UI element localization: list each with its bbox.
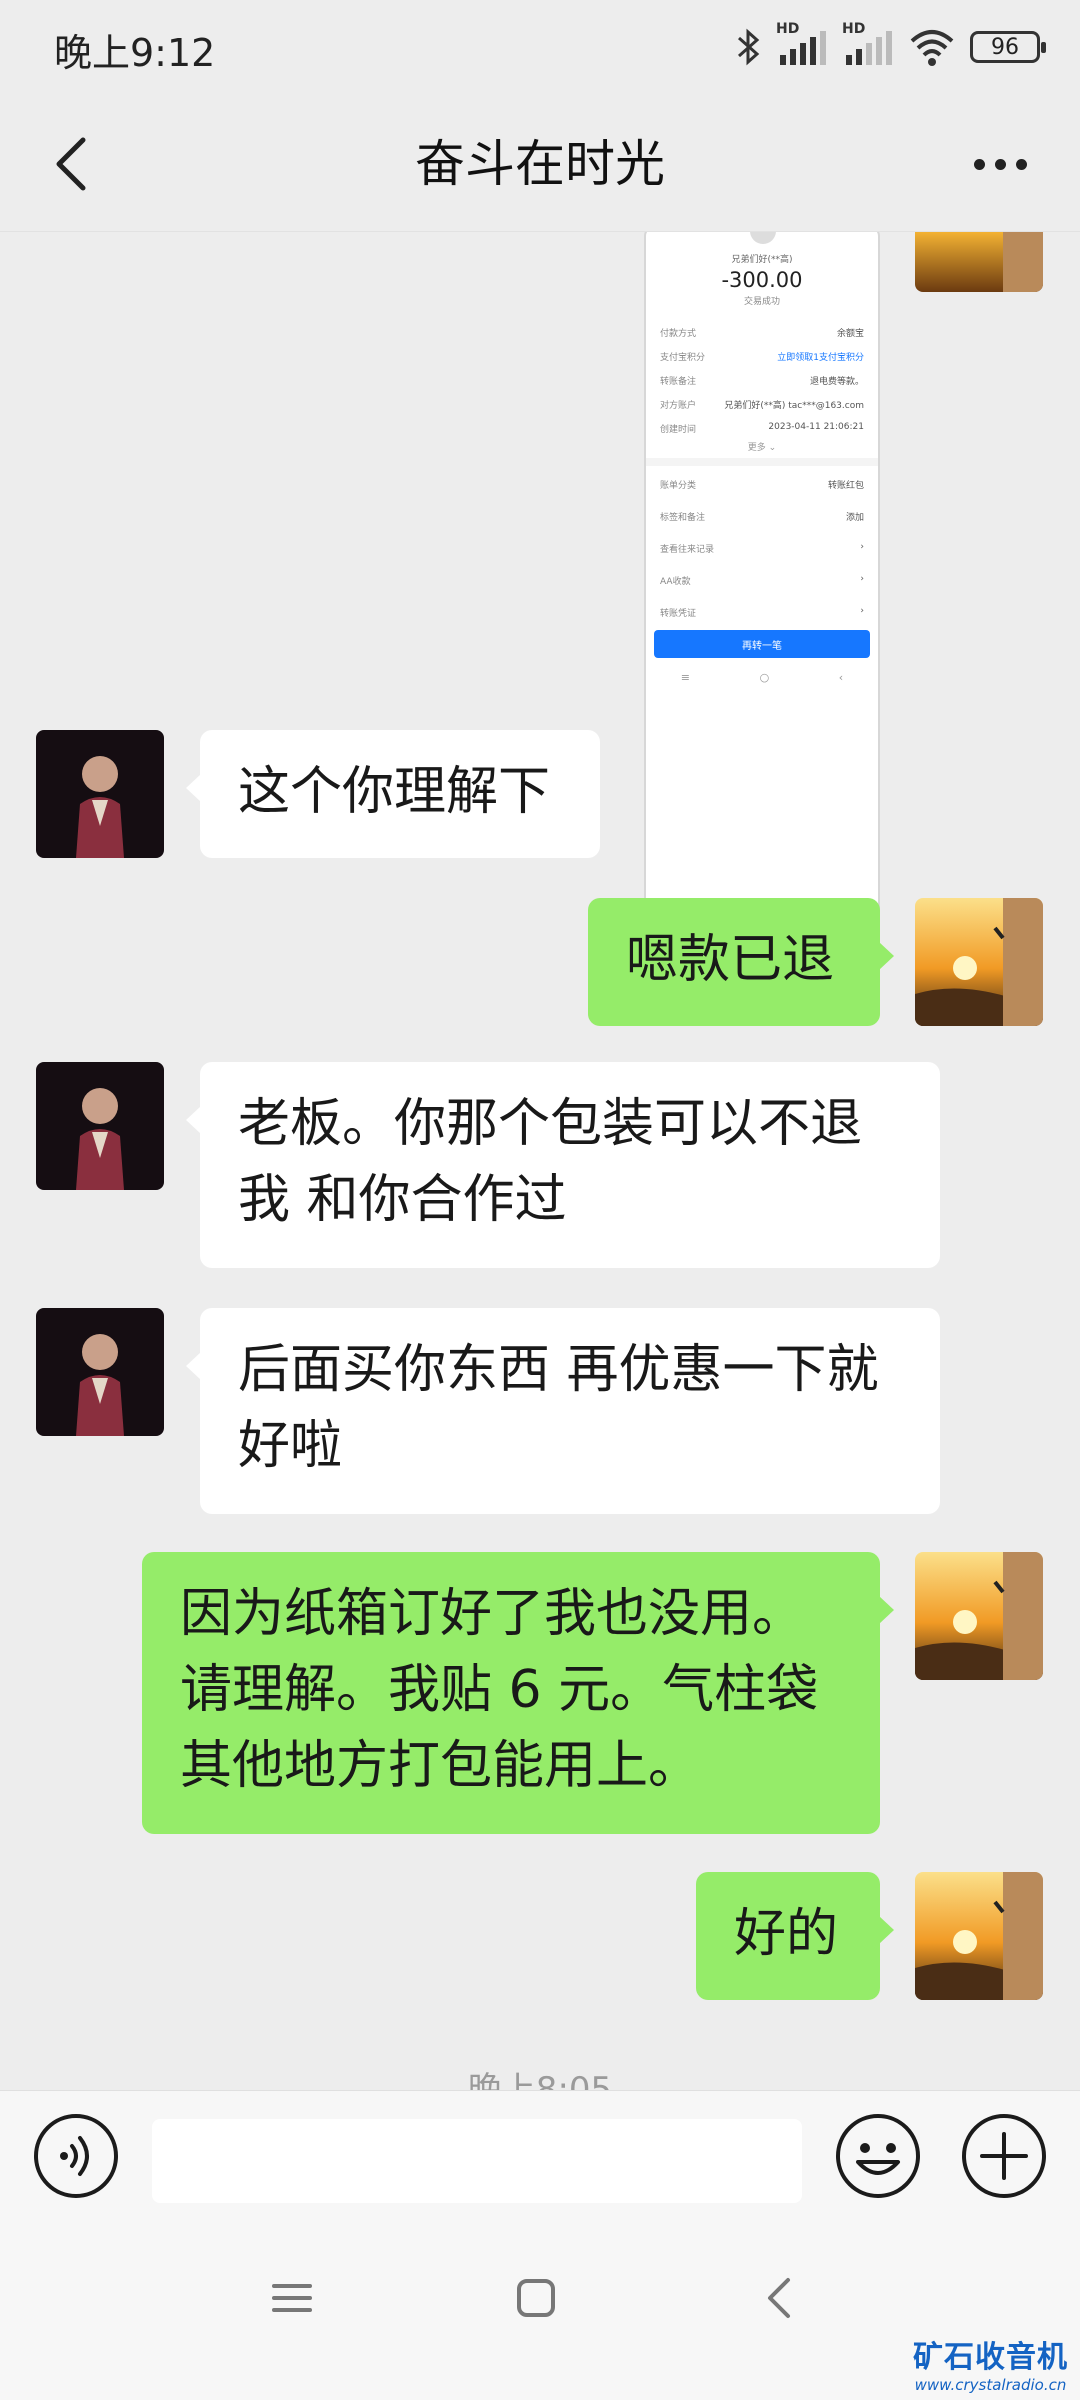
detail-row: 付款方式 余额宝 xyxy=(660,326,864,339)
message-bubble-received[interactable]: 这个你理解下 xyxy=(186,730,600,858)
payment-screenshot-image[interactable]: 兄弟们好(**高) -300.00 交易成功 付款方式 余额宝 支付宝积分 立即领取… xyxy=(644,232,880,924)
plus-icon xyxy=(962,2114,1046,2198)
menu-icon xyxy=(272,2284,312,2312)
watermark-url: www.crystalradio.cn xyxy=(914,2376,1067,2394)
battery-indicator: 96 xyxy=(970,31,1046,63)
detail-value: 2023-04-11 21:06:21 xyxy=(768,422,864,432)
screenshot-nav-bar: ≡ ○ ‹ xyxy=(646,666,878,688)
message-bubble-sent[interactable]: 因为纸箱订好了我也没用。请理解。我贴 6 元。气柱袋其他地方打包能用上。 xyxy=(142,1552,894,1834)
option-label: 标签和备注 xyxy=(660,513,706,523)
chat-title: 奋斗在时光 xyxy=(415,135,665,193)
more-dot-icon xyxy=(973,158,985,170)
back-button[interactable] xyxy=(36,126,106,202)
more-link: 更多 ⌄ xyxy=(747,443,777,453)
payment-status: 交易成功 xyxy=(743,297,780,307)
detail-row: 创建时间 2023-04-11 21:06:21 xyxy=(660,422,864,435)
emoji-button[interactable] xyxy=(834,2112,922,2200)
option-row: AA收款 › xyxy=(660,574,864,587)
bluetooth-icon xyxy=(736,27,762,67)
message-input[interactable] xyxy=(152,2119,802,2203)
smiley-icon xyxy=(836,2114,920,2198)
watermark: 矿石收音机 www.crystalradio.cn xyxy=(913,2332,1068,2394)
detail-label: 创建时间 xyxy=(660,425,697,435)
self-avatar[interactable] xyxy=(915,1552,1043,1680)
message-bubble-received[interactable]: 老板。你那个包装可以不退我 和你合作过 xyxy=(186,1062,940,1268)
voice-input-button[interactable] xyxy=(32,2112,120,2200)
option-label: AA收款 xyxy=(660,577,691,587)
contact-avatar[interactable] xyxy=(36,1062,164,1190)
message-timestamp: 晚上8:05 xyxy=(467,2070,613,2090)
menu-icon: ≡ xyxy=(680,670,690,684)
more-functions-button[interactable] xyxy=(960,2112,1048,2200)
detail-value: 退电费等款。 xyxy=(809,377,864,387)
detail-label: 对方账户 xyxy=(660,401,697,411)
chat-header: 奋斗在时光 xyxy=(0,96,1080,232)
payee-name: 兄弟们好(**高) xyxy=(731,255,793,265)
back-arrow-icon xyxy=(768,2278,790,2318)
payment-amount: -300.00 xyxy=(721,268,803,292)
transfer-again-button: 再转一笔 xyxy=(654,630,870,658)
signal-2-icon: HD xyxy=(842,21,894,67)
option-value: 添加 xyxy=(845,513,864,523)
chevron-left-icon xyxy=(56,137,86,191)
home-button[interactable] xyxy=(506,2268,566,2328)
signal-2-label: HD xyxy=(842,21,866,37)
home-square-icon xyxy=(517,2279,555,2317)
status-icons: HD HD 96 xyxy=(736,21,1046,72)
self-avatar[interactable] xyxy=(915,898,1043,1026)
detail-value: 余额宝 xyxy=(836,329,864,339)
system-nav-bar: 矿石收音机 www.crystalradio.cn xyxy=(0,2220,1080,2400)
watermark-title: 矿石收音机 xyxy=(913,2340,1068,2375)
status-time: 晚上9:12 xyxy=(54,31,216,75)
detail-row: 支付宝积分 立即领取1支付宝积分 xyxy=(660,350,864,363)
option-row: 账单分类 转账红包 xyxy=(660,478,864,491)
status-bar: 晚上9:12 HD HD 96 xyxy=(0,0,1080,96)
detail-value: 立即领取1支付宝积分 xyxy=(777,353,864,363)
option-label: 转账凭证 xyxy=(660,609,697,619)
payee-avatar xyxy=(750,232,776,244)
contact-avatar[interactable] xyxy=(36,1308,164,1436)
option-label: 查看往来记录 xyxy=(660,545,715,555)
detail-label: 转账备注 xyxy=(660,377,697,387)
message-bubble-sent[interactable]: 嗯款已退 xyxy=(588,898,894,1026)
detail-row: 对方账户 兄弟们好(**高) tac***@163.com xyxy=(660,398,864,411)
recent-apps-button[interactable] xyxy=(262,2268,322,2328)
signal-icon: HD xyxy=(776,21,828,67)
more-dot-icon xyxy=(994,158,1006,170)
message-list[interactable]: 兄弟们好(**高) -300.00 交易成功 付款方式 余额宝 支付宝积分 立即领取… xyxy=(0,232,1080,2090)
contact-avatar[interactable] xyxy=(36,730,164,858)
system-back-button[interactable] xyxy=(750,2268,810,2328)
option-value: 转账红包 xyxy=(827,481,864,491)
more-dot-icon xyxy=(1015,158,1027,170)
self-avatar[interactable] xyxy=(915,1872,1043,2000)
input-bar xyxy=(0,2090,1080,2220)
home-icon: ○ xyxy=(759,670,770,684)
detail-row: 转账备注 退电费等款。 xyxy=(660,374,864,387)
option-row: 标签和备注 添加 xyxy=(660,510,864,523)
back-icon: ‹ xyxy=(838,670,844,684)
signal-label: HD xyxy=(776,21,800,37)
option-label: 账单分类 xyxy=(660,481,697,491)
detail-label: 付款方式 xyxy=(660,329,697,339)
divider xyxy=(646,458,878,466)
wifi-icon xyxy=(908,27,956,67)
message-bubble-sent[interactable]: 好的 xyxy=(696,1872,894,2000)
more-options-button[interactable] xyxy=(960,132,1040,196)
detail-label: 支付宝积分 xyxy=(660,353,706,363)
message-bubble-received[interactable]: 后面买你东西 再优惠一下就好啦 xyxy=(186,1308,940,1514)
detail-value: 兄弟们好(**高) tac***@163.com xyxy=(724,401,864,411)
option-row: 转账凭证 › xyxy=(660,606,864,619)
battery-level: 96 xyxy=(991,34,1019,60)
option-row: 查看往来记录 › xyxy=(660,542,864,555)
voice-icon xyxy=(34,2114,118,2198)
self-avatar[interactable] xyxy=(915,232,1043,292)
